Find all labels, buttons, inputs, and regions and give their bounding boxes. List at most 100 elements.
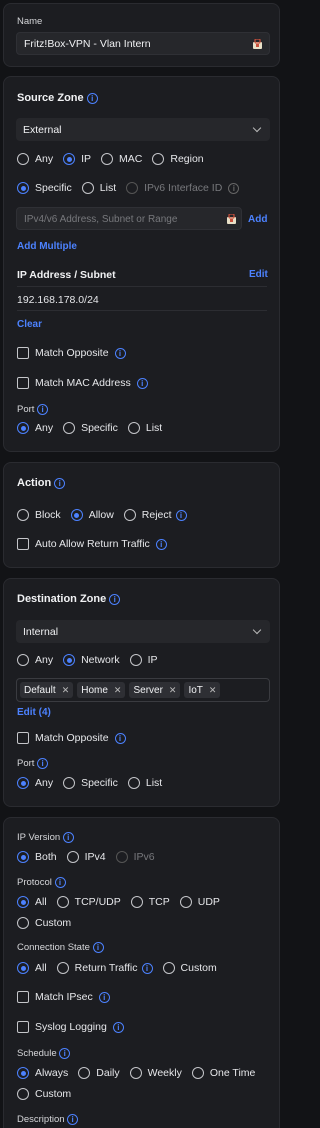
radio-return-traffic[interactable]: Return Traffic i (56, 962, 153, 974)
info-icon[interactable]: i (86, 92, 98, 104)
tag-home: Home ✕ (77, 682, 126, 698)
radio-specific[interactable]: Specific (17, 182, 72, 194)
add-multiple-link[interactable]: Add Multiple (17, 241, 77, 252)
remove-icon[interactable]: ✕ (114, 685, 122, 696)
radio-region[interactable]: Region (152, 153, 204, 165)
destination-zone-heading: Destination Zone i (17, 593, 121, 605)
name-value: Fritz!Box-VPN - Vlan Intern (24, 38, 151, 50)
protocol-options: All TCP/UDP TCP UDP (17, 895, 230, 909)
radio-always[interactable]: Always (17, 1067, 68, 1079)
info-icon[interactable]: i (37, 404, 49, 415)
radio-port-list[interactable]: List (127, 422, 162, 434)
clear-link[interactable]: Clear (17, 319, 42, 330)
radio-tcp-udp[interactable]: TCP/UDP (56, 896, 121, 908)
source-match-type: Any IP MAC Region (17, 152, 214, 166)
info-icon[interactable]: i (141, 962, 153, 974)
radio-port-any[interactable]: Any (17, 777, 53, 789)
radio-daily[interactable]: Daily (78, 1067, 120, 1079)
info-icon[interactable]: i (59, 1048, 71, 1059)
edit-link[interactable]: Edit (249, 269, 268, 280)
radio-all[interactable]: All (17, 896, 47, 908)
address-placeholder: IPv4/v6 Address, Subnet or Range (24, 214, 178, 225)
connection-state-label: Connection State i (17, 942, 104, 953)
radio-all[interactable]: All (17, 962, 47, 974)
radio-allow[interactable]: Allow (70, 509, 114, 521)
info-icon[interactable]: i (67, 1114, 79, 1125)
info-icon[interactable]: i (114, 347, 126, 359)
source-port-options: Any Specific List (17, 421, 172, 435)
password-manager-icon[interactable] (253, 39, 262, 49)
radio-any[interactable]: Any (17, 654, 53, 666)
action-heading: Action i (17, 477, 66, 489)
info-icon[interactable]: i (54, 877, 66, 888)
radio-network[interactable]: Network (63, 654, 120, 666)
info-icon[interactable]: i (155, 538, 167, 550)
tag-server: Server ✕ (129, 682, 181, 698)
radio-ip[interactable]: IP (63, 153, 91, 165)
remove-icon[interactable]: ✕ (169, 685, 177, 696)
radio-port-specific[interactable]: Specific (63, 777, 118, 789)
syslog-logging-checkbox[interactable]: Syslog Logging i (17, 1021, 124, 1033)
remove-icon[interactable]: ✕ (209, 685, 217, 696)
radio-reject[interactable]: Reject i (123, 509, 187, 521)
network-tags-field[interactable]: Default ✕ Home ✕ Server ✕ IoT ✕ (16, 678, 270, 702)
name-input[interactable]: Fritz!Box-VPN - Vlan Intern (16, 32, 270, 55)
edit-networks-link[interactable]: Edit (4) (17, 707, 51, 718)
radio-tcp[interactable]: TCP (130, 896, 170, 908)
radio-ipv6: IPv6 (115, 851, 155, 863)
description-label: Description i (17, 1114, 79, 1125)
destination-port-options: Any Specific List (17, 776, 172, 790)
radio-list[interactable]: List (81, 182, 116, 194)
destination-zone-select[interactable]: Internal (16, 620, 270, 643)
match-ipsec-checkbox[interactable]: Match IPsec i (17, 991, 110, 1003)
radio-mac[interactable]: MAC (101, 153, 142, 165)
radio-ip[interactable]: IP (129, 654, 158, 666)
ip-entry: 192.168.178.0/24 (17, 294, 99, 306)
protocol-label: Protocol i (17, 877, 66, 888)
radio-port-list[interactable]: List (127, 777, 162, 789)
schedule-options-row2: Custom (17, 1087, 81, 1101)
schedule-options: Always Daily Weekly One Time (17, 1066, 265, 1080)
info-icon[interactable]: i (98, 991, 110, 1003)
info-icon[interactable]: i (175, 509, 187, 521)
name-label: Name (17, 16, 43, 27)
radio-weekly[interactable]: Weekly (129, 1067, 182, 1079)
add-button[interactable]: Add (248, 214, 267, 225)
radio-any[interactable]: Any (17, 153, 53, 165)
info-icon[interactable]: i (54, 477, 66, 489)
radio-port-specific[interactable]: Specific (63, 422, 118, 434)
info-icon[interactable]: i (109, 593, 121, 605)
info-icon[interactable]: i (136, 377, 148, 389)
info-icon[interactable]: i (92, 942, 104, 953)
radio-custom[interactable]: Custom (17, 917, 71, 929)
port-label: Port i (17, 758, 49, 769)
info-icon[interactable]: i (37, 758, 49, 769)
radio-both[interactable]: Both (17, 851, 57, 863)
match-opposite-checkbox[interactable]: Match Opposite i (17, 347, 126, 359)
match-opposite-checkbox[interactable]: Match Opposite i (17, 732, 126, 744)
connection-state-options: All Return Traffic i Custom (17, 961, 227, 975)
tag-iot: IoT ✕ (184, 682, 221, 698)
info-icon[interactable]: i (114, 732, 126, 744)
radio-custom[interactable]: Custom (162, 962, 217, 974)
radio-udp[interactable]: UDP (179, 896, 220, 908)
info-icon[interactable]: i (112, 1021, 124, 1033)
radio-ipv4[interactable]: IPv4 (66, 851, 106, 863)
chevron-down-icon (252, 123, 262, 133)
divider (17, 310, 267, 311)
match-mac-checkbox[interactable]: Match MAC Address i (17, 377, 148, 389)
name-panel: Name Fritz!Box-VPN - Vlan Intern (3, 3, 280, 67)
source-zone-select[interactable]: External (16, 118, 270, 141)
info-icon[interactable]: i (228, 182, 240, 194)
radio-one-time[interactable]: One Time (191, 1067, 255, 1079)
radio-custom[interactable]: Custom (17, 1088, 71, 1100)
ip-version-options: Both IPv4 IPv6 (17, 850, 165, 864)
address-input[interactable]: IPv4/v6 Address, Subnet or Range (16, 207, 242, 230)
action-options: Block Allow Reject i (17, 508, 197, 522)
radio-block[interactable]: Block (17, 509, 61, 521)
password-manager-icon[interactable] (227, 214, 236, 224)
auto-allow-return-checkbox[interactable]: Auto Allow Return Traffic i (17, 538, 167, 550)
remove-icon[interactable]: ✕ (62, 685, 70, 696)
info-icon[interactable]: i (62, 832, 74, 843)
radio-port-any[interactable]: Any (17, 422, 53, 434)
